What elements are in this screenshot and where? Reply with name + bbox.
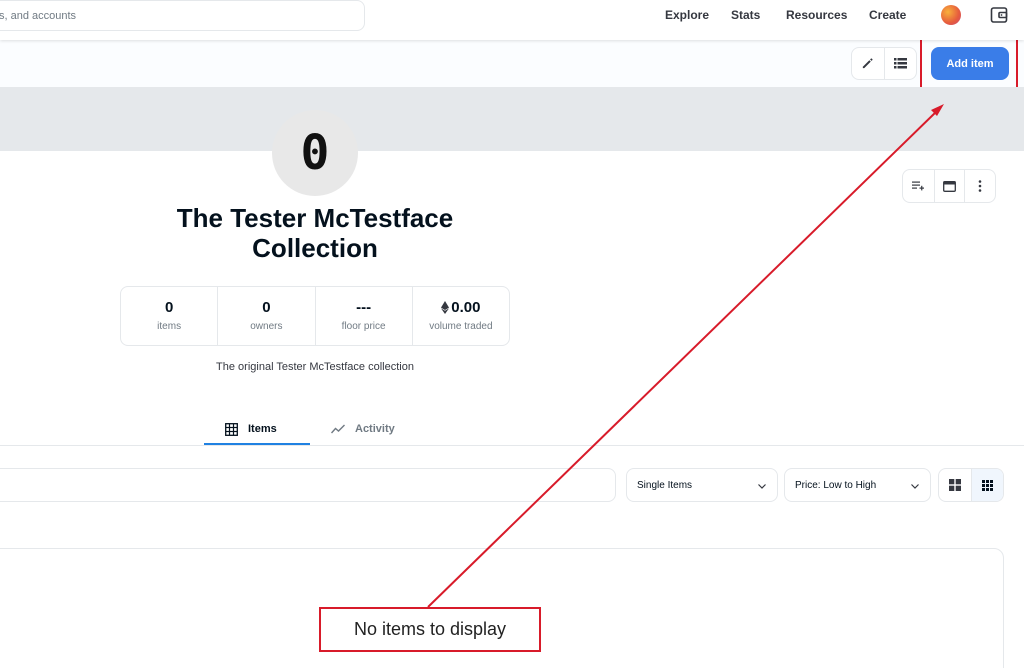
profile-avatar[interactable] bbox=[941, 5, 961, 25]
stat-owners[interactable]: 0 owners bbox=[217, 287, 314, 345]
sort-select[interactable]: Price: Low to High bbox=[784, 468, 931, 502]
embed-button[interactable] bbox=[933, 170, 965, 202]
collection-stats: 0 items 0 owners --- floor price 0.00 vo… bbox=[120, 286, 510, 346]
stat-items[interactable]: 0 items bbox=[121, 287, 217, 345]
tab-items[interactable]: Items bbox=[225, 412, 277, 446]
more-vertical-icon bbox=[978, 180, 982, 192]
stat-label: items bbox=[157, 321, 182, 332]
grid-size-toggle bbox=[938, 468, 1004, 502]
edit-button[interactable] bbox=[852, 48, 884, 79]
items-search-input[interactable] bbox=[0, 468, 616, 502]
tabs-divider bbox=[0, 445, 1024, 446]
stat-label: floor price bbox=[341, 321, 386, 332]
stat-value-row: 0.00 bbox=[413, 298, 509, 316]
collection-logo-glyph: 0 bbox=[300, 125, 330, 181]
stat-value: --- bbox=[356, 298, 372, 316]
collection-description: The original Tester McTestface collectio… bbox=[216, 361, 414, 373]
empty-state-message: No items to display bbox=[319, 607, 541, 652]
small-grid-button[interactable] bbox=[970, 469, 1003, 501]
stat-value: 0 bbox=[262, 298, 271, 316]
stat-value: 0.00 bbox=[451, 298, 481, 316]
playlist-button[interactable] bbox=[903, 170, 934, 202]
small-grid-icon bbox=[981, 479, 993, 491]
nav-link-explore[interactable]: Explore bbox=[665, 8, 709, 22]
search-input[interactable] bbox=[0, 1, 364, 30]
chevron-down-icon bbox=[911, 484, 919, 489]
stat-value: 0 bbox=[164, 298, 174, 316]
tab-label: Activity bbox=[355, 423, 395, 435]
chevron-down-icon bbox=[758, 484, 766, 489]
playlist-add-icon bbox=[912, 181, 925, 191]
wallet-icon[interactable] bbox=[990, 6, 1008, 24]
search-bar[interactable] bbox=[0, 0, 365, 31]
nav-link-stats[interactable]: Stats bbox=[731, 8, 760, 22]
collection-banner bbox=[0, 87, 1024, 151]
list-view-button[interactable] bbox=[883, 48, 916, 79]
edit-toolbar-group bbox=[851, 47, 917, 80]
nav-link-create[interactable]: Create bbox=[869, 8, 906, 22]
collection-actions bbox=[902, 169, 996, 203]
tab-label: Items bbox=[248, 423, 277, 435]
stat-label: volume traded bbox=[429, 321, 493, 332]
sale-type-value: Single Items bbox=[637, 479, 693, 491]
stat-floor-price[interactable]: --- floor price bbox=[314, 287, 412, 345]
collection-title: The Tester McTestface Collection bbox=[176, 203, 454, 263]
add-item-highlight-box bbox=[920, 38, 1018, 90]
grid-icon bbox=[225, 422, 238, 436]
nav-link-resources[interactable]: Resources bbox=[786, 8, 847, 22]
collection-toolbar bbox=[0, 40, 1024, 87]
tab-activity[interactable]: Activity bbox=[331, 412, 395, 446]
large-grid-button[interactable] bbox=[939, 469, 971, 501]
top-nav: Explore Stats Resources Create bbox=[0, 0, 1024, 40]
browser-window-icon bbox=[943, 180, 956, 192]
stat-label: owners bbox=[250, 321, 283, 332]
large-grid-icon bbox=[948, 479, 961, 491]
pencil-icon bbox=[863, 58, 874, 69]
more-options-button[interactable] bbox=[964, 170, 995, 202]
sale-type-select[interactable]: Single Items bbox=[626, 468, 778, 502]
sort-value: Price: Low to High bbox=[795, 479, 877, 491]
collection-logo: 0 bbox=[272, 110, 358, 196]
stat-volume-traded[interactable]: 0.00 volume traded bbox=[411, 287, 509, 345]
activity-icon bbox=[331, 424, 345, 434]
ethereum-icon bbox=[441, 300, 450, 314]
list-icon bbox=[893, 58, 907, 69]
